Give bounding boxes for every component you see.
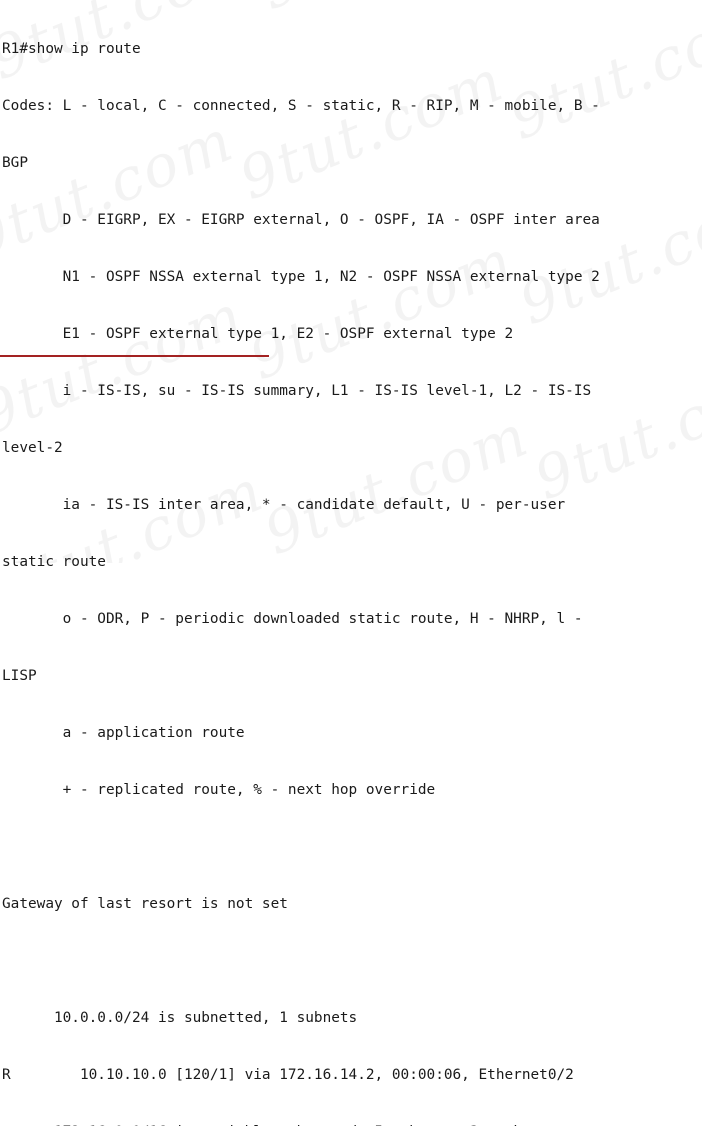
terminal-line-command: R1#show ip route	[2, 41, 141, 57]
terminal-line-subnet-header-10: 10.0.0.0/24 is subnetted, 1 subnets	[2, 1010, 358, 1026]
terminal-line-gateway: Gateway of last resort is not set	[2, 896, 288, 912]
terminal-line-codes-isis: i - IS-IS, su - IS-IS summary, L1 - IS-I…	[2, 383, 592, 399]
terminal-line-codes-bgp: BGP	[2, 155, 28, 171]
terminal-line-codes-isis-inter: ia - IS-IS inter area, * - candidate def…	[2, 497, 566, 513]
terminal-output[interactable]: R1#show ip route Codes: L - local, C - c…	[0, 0, 702, 1126]
terminal-line-codes-isis-level2: level-2	[2, 440, 63, 456]
terminal-line-codes-odr: o - ODR, P - periodic downloaded static …	[2, 611, 583, 627]
terminal-line-route-rip-10-10-10-0: R 10.10.10.0 [120/1] via 172.16.14.2, 00…	[2, 1067, 574, 1083]
terminal-line-codes-application: a - application route	[2, 725, 245, 741]
terminal-line-subnet-header-172-16: 172.16.0.0/16 is variably subnetted, 5 s…	[2, 1123, 702, 1126]
terminal-line-codes-lisp: LISP	[2, 668, 37, 684]
terminal-line-codes: Codes: L - local, C - connected, S - sta…	[2, 98, 600, 114]
terminal-line-codes-ospf-ext: E1 - OSPF external type 1, E2 - OSPF ext…	[2, 326, 514, 342]
terminal-line-codes-eigrp: D - EIGRP, EX - EIGRP external, O - OSPF…	[2, 212, 600, 228]
terminal-line-codes-replicated: + - replicated route, % - next hop overr…	[2, 782, 436, 798]
terminal-line-codes-nssa: N1 - OSPF NSSA external type 1, N2 - OSP…	[2, 269, 600, 285]
